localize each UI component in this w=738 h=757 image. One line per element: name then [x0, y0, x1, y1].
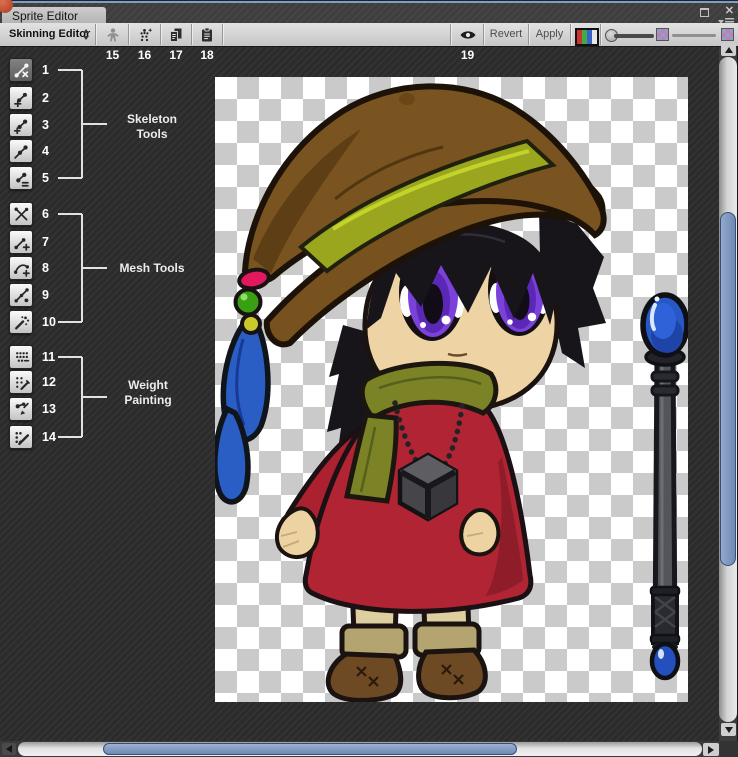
sprite-editor-window: Sprite Editor ✕ Skinning Editor [0, 0, 738, 757]
scroll-up-button[interactable] [721, 43, 736, 56]
separator [222, 24, 223, 45]
alpha-pattern-swatch [721, 28, 734, 41]
paste-button[interactable] [192, 24, 222, 45]
revert-button[interactable]: Revert [484, 24, 528, 45]
character-sprite [215, 77, 688, 702]
vertical-scrollbar-thumb[interactable] [720, 212, 736, 566]
scroll-right-button[interactable] [703, 743, 719, 756]
visibility-doll-button[interactable] [97, 24, 128, 45]
sprite-canvas[interactable] [215, 77, 688, 702]
titlebar: Sprite Editor ✕ [0, 3, 738, 23]
maximize-icon[interactable] [700, 8, 709, 17]
separator [570, 24, 571, 45]
mode-dropdown-label: Skinning Editor [9, 24, 90, 45]
separator [600, 24, 601, 45]
copy-icon [168, 27, 184, 43]
alpha-slider-track[interactable] [672, 34, 716, 37]
white-stripe [592, 30, 597, 44]
mode-dropdown[interactable]: Skinning Editor [2, 24, 94, 45]
paste-icon [199, 27, 215, 43]
scroll-left-button[interactable] [2, 743, 16, 755]
triangle-up-icon [725, 47, 733, 53]
staff [643, 295, 687, 678]
separator [95, 24, 96, 45]
popup-arrows-icon [82, 29, 89, 40]
triangle-right-icon [708, 746, 714, 754]
doll-icon [105, 27, 121, 43]
dotted-doll-icon [137, 27, 153, 43]
bead-green [236, 290, 261, 315]
label-line: Painting [103, 393, 193, 408]
bead-yellow [242, 315, 260, 333]
label-line: Mesh Tools [105, 261, 199, 276]
label-line: Skeleton [110, 112, 194, 127]
group-label-weight: Weight Painting [103, 378, 193, 408]
eye-icon [459, 28, 477, 42]
toolbar: Skinning Editor [0, 23, 738, 47]
visibility-button[interactable] [452, 24, 483, 45]
hat-feather [215, 320, 268, 502]
group-label-mesh: Mesh Tools [105, 261, 199, 276]
label-line: Weight [103, 378, 193, 393]
triangle-left-icon [6, 745, 12, 753]
separator [450, 24, 451, 45]
annotation-number: 19 [452, 48, 483, 62]
horizontal-scrollbar-thumb[interactable] [103, 743, 517, 755]
copy-button[interactable] [161, 24, 191, 45]
close-icon[interactable]: ✕ [725, 5, 734, 17]
tab-title: Sprite Editor [12, 9, 78, 23]
alpha-pattern-swatch [656, 28, 669, 41]
group-label-skeleton: Skeleton Tools [110, 112, 194, 142]
scroll-down-button[interactable] [721, 723, 736, 736]
scrollbar-corner [720, 741, 738, 757]
dotted-doll-button[interactable] [129, 24, 160, 45]
brightness-slider-track[interactable] [614, 34, 654, 38]
apply-button[interactable]: Apply [529, 24, 570, 45]
window-controls: ✕ [700, 5, 734, 25]
color-swatch-button[interactable] [575, 28, 599, 46]
triangle-down-icon [725, 727, 733, 733]
label-line: Tools [110, 127, 194, 142]
